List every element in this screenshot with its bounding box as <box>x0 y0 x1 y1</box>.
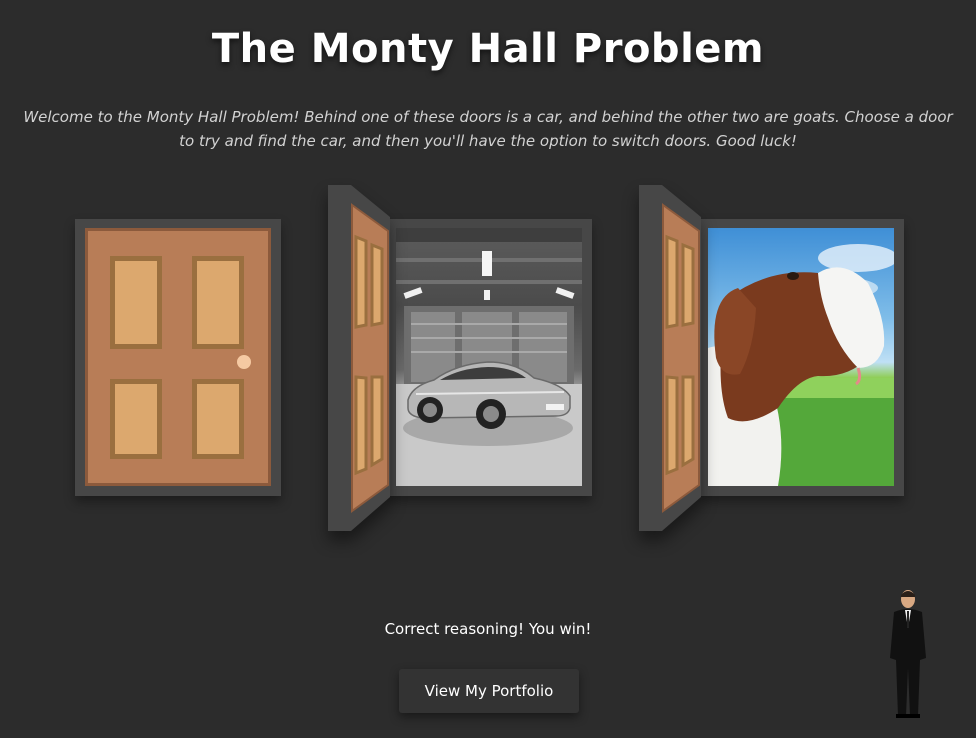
car-illustration <box>396 228 582 486</box>
door-1-slot <box>85 228 271 486</box>
door-1-panel-bottom-left <box>110 379 162 459</box>
view-portfolio-button[interactable]: View My Portfolio <box>399 669 579 713</box>
door-2-frame <box>386 219 592 496</box>
door-1-panel-top-left <box>110 256 162 349</box>
door-2-slot <box>396 228 582 486</box>
result-message: Correct reasoning! You win! <box>384 620 592 638</box>
door-3-open-leaf <box>639 185 709 531</box>
goat-illustration <box>708 244 894 486</box>
door-1-knob <box>237 355 251 369</box>
intro-text: Welcome to the Monty Hall Problem! Behin… <box>23 108 953 150</box>
door-3-frame <box>698 219 904 496</box>
door-2-open-leaf <box>328 185 398 531</box>
door-1-panel-top-right <box>192 256 244 349</box>
car-image <box>396 228 582 486</box>
door-1-panel-bottom-right <box>192 379 244 459</box>
door-1-closed[interactable] <box>85 228 271 486</box>
door-1-frame <box>75 219 281 496</box>
page-title: The Monty Hall Problem <box>211 26 765 72</box>
door-3-slot <box>708 228 894 486</box>
host-figure-icon <box>886 588 932 724</box>
goat-image <box>708 228 894 486</box>
